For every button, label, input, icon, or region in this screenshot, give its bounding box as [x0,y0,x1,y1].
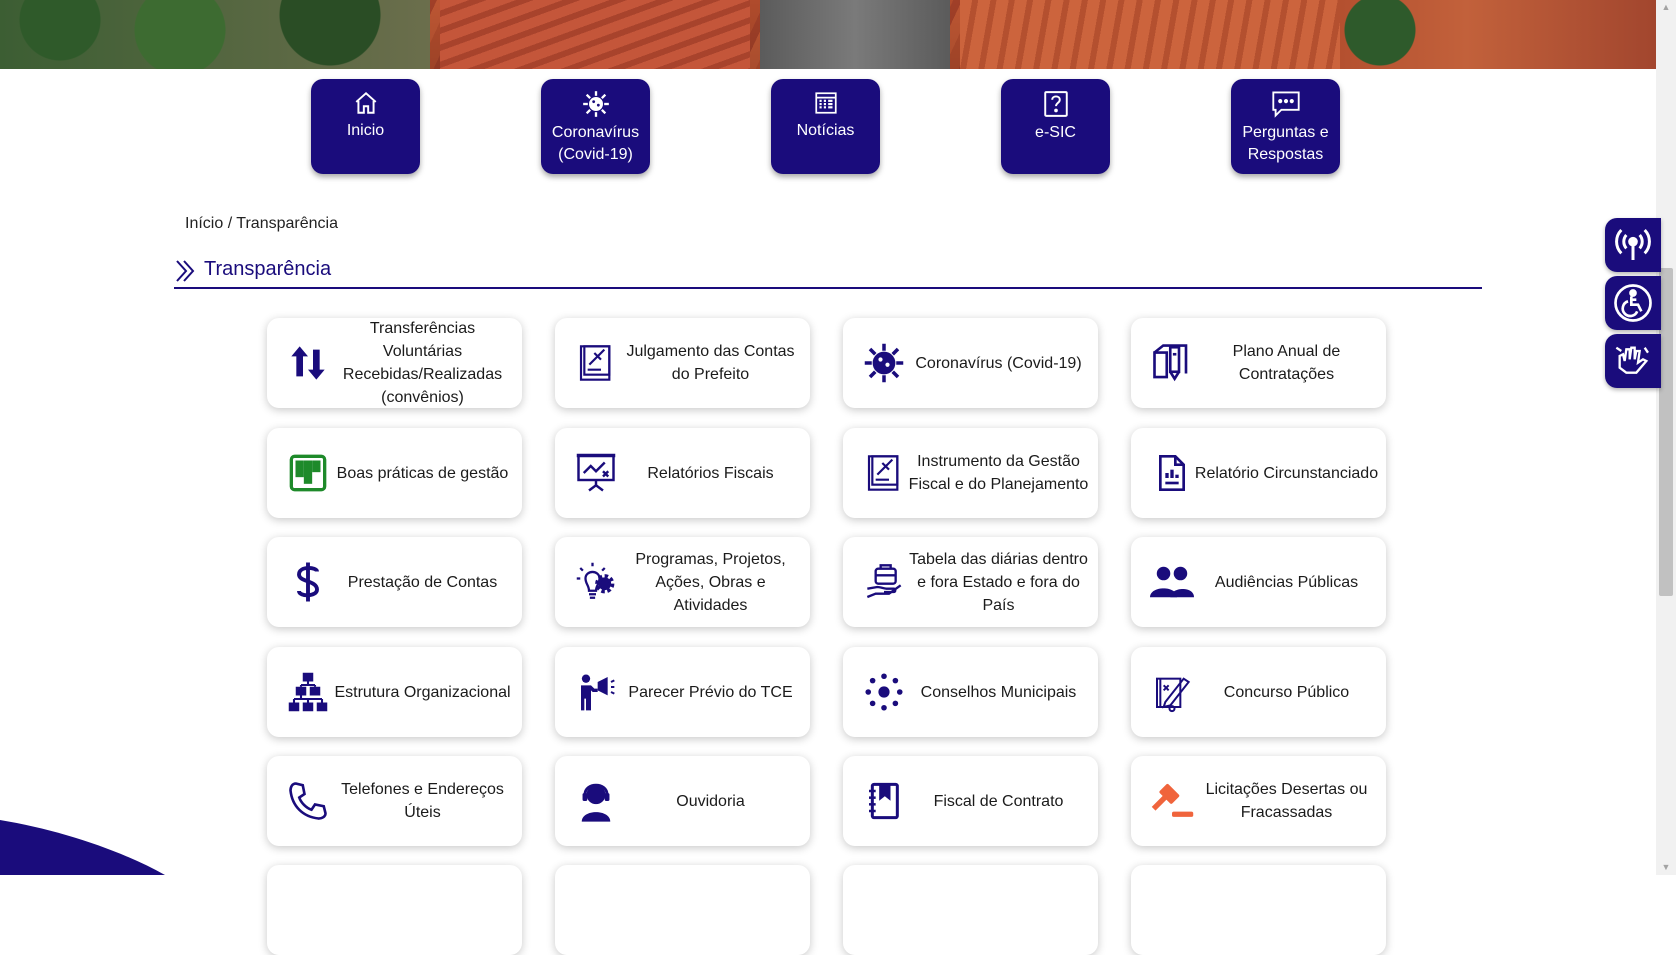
gavel-book-icon [867,455,899,491]
double-chevron-right-icon [176,260,195,282]
auction-gavel-icon [1151,784,1194,817]
card-label: Licitações Desertas ou Fracassadas [1205,781,1368,821]
breadcrumb[interactable]: Início / Transparência [185,215,338,233]
decorative-wave [0,820,165,875]
card-label: Tabela das diárias dentro e fora Estado … [909,550,1088,614]
card-label: Concurso Público [1223,683,1350,701]
card-label: Telefones e Endereços Úteis [341,781,504,821]
nav-label: e-SIC [1035,124,1076,141]
virus-icon [582,91,609,117]
card-instrumento-gestao[interactable]: Instrumento da Gestão Fiscal e do Planej… [843,428,1098,518]
card-label: Audiências Públicas [1214,573,1359,591]
card-label: Coronavírus (Covid-19) [915,354,1082,372]
idea-gear-icon [576,562,615,599]
card-partial[interactable] [843,865,1098,955]
card-telefones[interactable]: Telefones e Endereços Úteis [267,756,522,846]
council-network-icon [865,673,903,711]
kanban-board-icon [289,454,327,492]
card-label: Programas, Projetos, Ações, Obras e Ativ… [635,550,786,614]
header-banner-image [0,0,1656,69]
card-label: Parecer Prévio do TCE [628,683,793,701]
sign-language-icon [1615,346,1649,374]
card-label: Transferências Voluntárias Recebidas/Rea… [342,320,503,406]
phone-icon [289,782,327,820]
nav-label: Perguntas e Respostas [1242,124,1329,163]
accessibility-icon [1614,284,1652,322]
card-parecer-tce[interactable]: Parecer Prévio do TCE [555,647,810,737]
page-title: Transparência [204,258,332,280]
card-label: Prestação de Contas [347,573,498,591]
nav-button-perguntas[interactable]: Perguntas e Respostas [1231,79,1340,174]
card-programas-projetos[interactable]: Programas, Projetos, Ações, Obras e Ativ… [555,537,810,627]
card-label: Ouvidoria [676,792,745,810]
card-boas-praticas[interactable]: Boas práticas de gestão [267,428,522,518]
org-chart-icon [288,672,328,712]
card-estrutura-organizacional[interactable]: Estrutura Organizacional [267,647,522,737]
card-label: Estrutura Organizacional [334,683,511,701]
nav-button-esic[interactable]: e-SIC [1001,79,1110,174]
card-label: Relatório Circunstanciado [1194,464,1379,482]
card-ouvidoria[interactable]: Ouvidoria [555,756,810,846]
scroll-down-arrow[interactable]: ▼ [1659,860,1673,874]
nav-label: Notícias [796,122,855,139]
side-broadcast-button[interactable] [1605,218,1661,272]
card-fiscal-contrato[interactable]: Fiscal de Contrato [843,756,1098,846]
plan-document-icon [1153,344,1188,382]
card-label: Julgamento das Contas do Prefeito [626,343,795,383]
card-label: Boas práticas de gestão [336,464,509,482]
headset-agent-icon [581,783,611,822]
card-licitacoes-desertas[interactable]: Licitações Desertas ou Fracassadas [1131,756,1386,846]
card-coronavirus[interactable]: Coronavírus (Covid-19) [843,318,1098,408]
chat-icon [1271,91,1300,118]
home-icon [355,91,376,114]
judgment-book-icon [579,345,611,381]
users-icon [1150,566,1194,598]
card-label: Plano Anual de Contratações [1232,343,1341,383]
nav-label: Inicio [346,122,385,139]
card-transferencias[interactable]: Transferências Voluntárias Recebidas/Rea… [267,318,522,408]
newspaper-icon [814,92,837,114]
travel-briefcase-icon [866,564,902,599]
card-relatorio-circunstanciado[interactable]: Relatório Circunstanciado [1131,428,1386,518]
nav-button-coronavirus[interactable]: Coronavírus (Covid-19) [541,79,650,174]
card-audiencias-publicas[interactable]: Audiências Públicas [1131,537,1386,627]
card-julgamento[interactable]: Julgamento das Contas do Prefeito [555,318,810,408]
exam-pencil-icon [1156,677,1191,713]
question-icon [1043,91,1068,117]
side-accessibility-button[interactable] [1605,276,1661,330]
card-plano-anual[interactable]: Plano Anual de Contratações [1131,318,1386,408]
scroll-up-arrow[interactable]: ▲ [1659,0,1673,14]
megaphone-person-icon [581,674,615,711]
card-label: Instrumento da Gestão Fiscal e do Planej… [908,453,1089,493]
card-label: Conselhos Municipais [920,683,1077,701]
nav-button-inicio[interactable]: Inicio [311,79,420,174]
card-relatorios-fiscais[interactable]: Relatórios Fiscais [555,428,810,518]
transfer-arrows-icon [291,346,325,380]
card-partial[interactable] [1131,865,1386,955]
card-prestacao-contas[interactable]: Prestação de Contas [267,537,522,627]
card-partial[interactable] [267,865,522,955]
card-label: Fiscal de Contrato [933,792,1064,810]
broadcast-icon [1615,228,1651,260]
card-conselhos-municipais[interactable]: Conselhos Municipais [843,647,1098,737]
side-sign-language-button[interactable] [1605,334,1661,388]
card-partial[interactable] [555,865,810,955]
card-label: Relatórios Fiscais [647,464,774,482]
card-tabela-diarias[interactable]: Tabela das diárias dentro e fora Estado … [843,537,1098,627]
section-header: Transparência [174,255,1482,289]
report-document-icon [1159,455,1185,491]
dollar-icon [297,562,319,602]
bookmark-book-icon [869,782,899,820]
virus-icon [864,343,904,383]
card-concurso-publico[interactable]: Concurso Público [1131,647,1386,737]
presentation-chart-icon [576,453,616,492]
nav-label: Coronavírus (Covid-19) [551,124,640,163]
scrollbar-thumb[interactable] [1659,268,1673,596]
nav-button-noticias[interactable]: Notícias [771,79,880,174]
